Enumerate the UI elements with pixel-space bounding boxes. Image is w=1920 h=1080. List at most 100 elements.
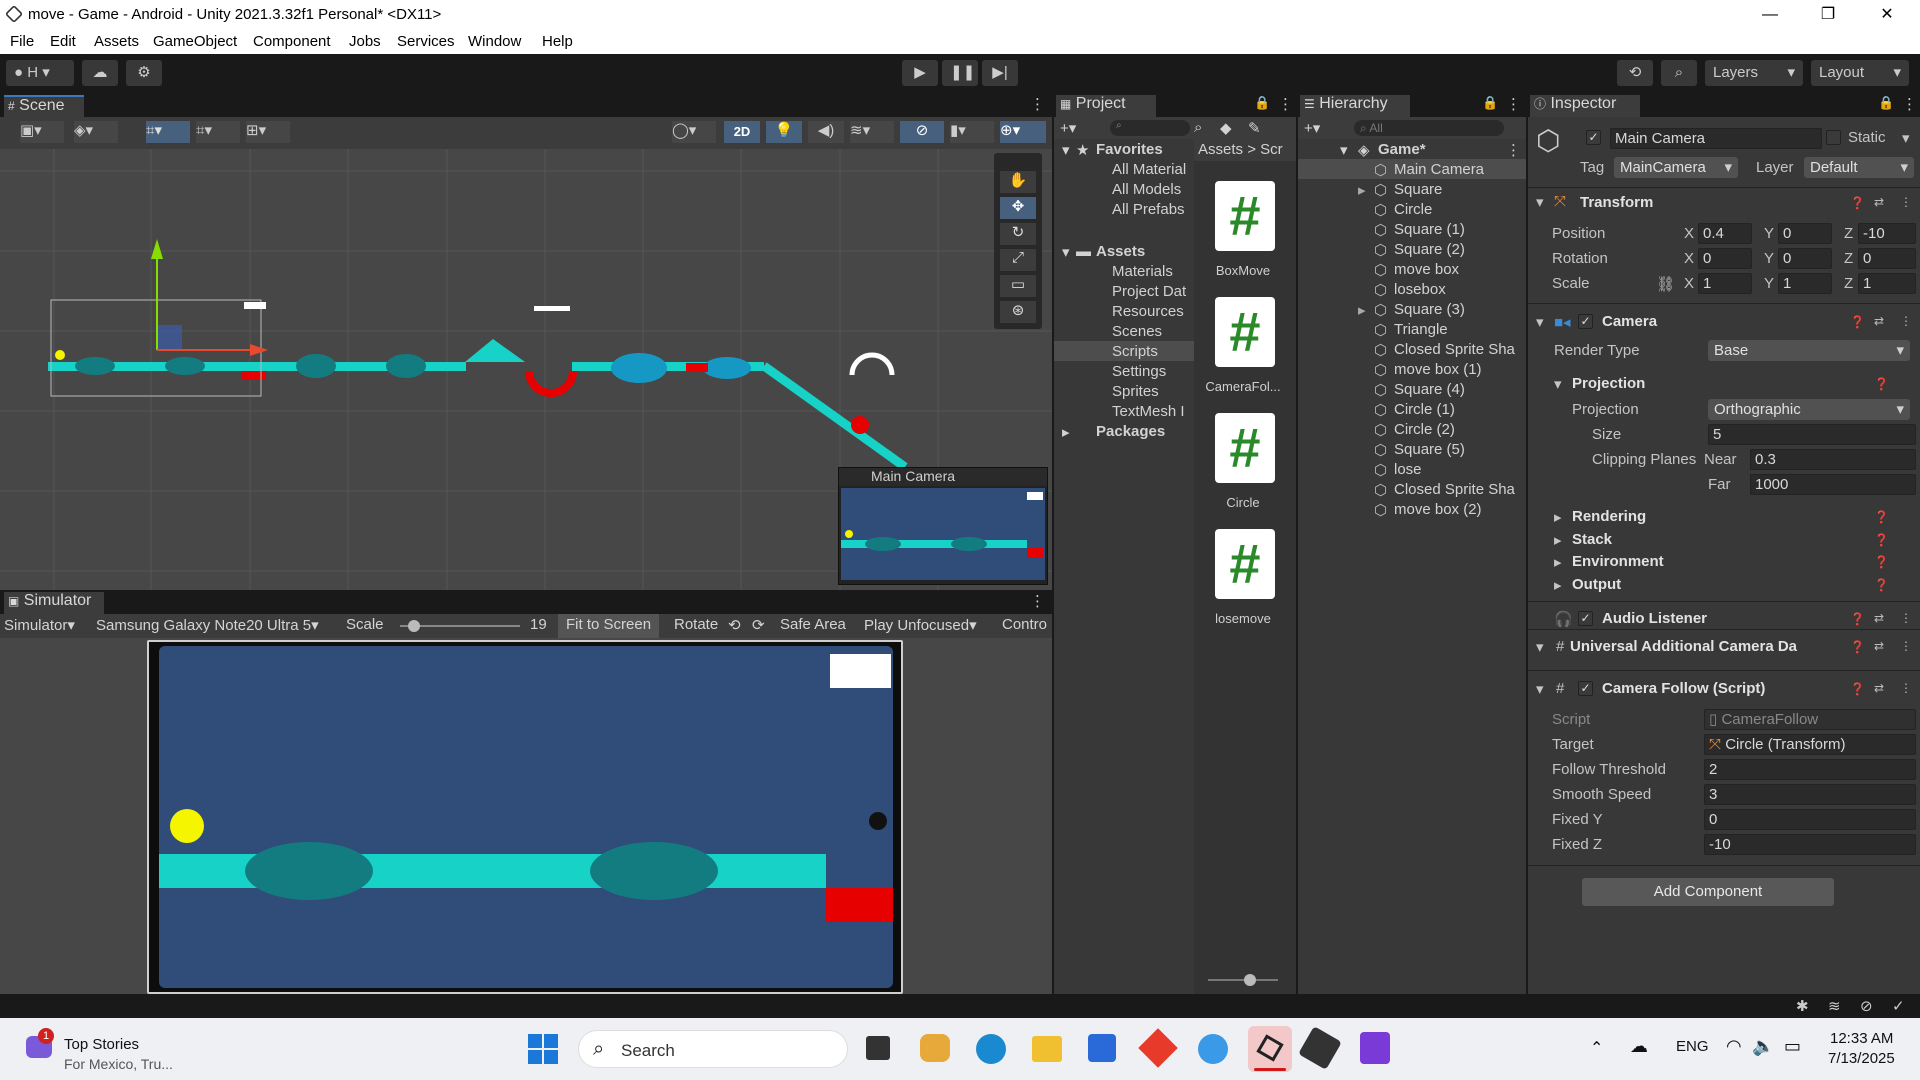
- pause-button[interactable]: ❚❚: [942, 60, 978, 86]
- start-button[interactable]: [528, 1034, 558, 1064]
- more-icon[interactable]: ⋮: [1902, 95, 1917, 113]
- preset-icon[interactable]: ⇄: [1874, 314, 1884, 328]
- hierarchy-item[interactable]: losebox: [1394, 281, 1446, 298]
- visibility-button[interactable]: ⊘: [900, 121, 944, 143]
- size-field[interactable]: 5: [1708, 424, 1916, 445]
- menu-gameobject[interactable]: GameObject: [153, 33, 237, 50]
- expand-icon[interactable]: ▸: [1358, 301, 1366, 319]
- layers-dropdown[interactable]: Layers ▾: [1705, 60, 1803, 86]
- help-icon[interactable]: ❓: [1874, 533, 1889, 547]
- rotate-left-icon[interactable]: ⟲: [728, 616, 741, 634]
- scale-tool-icon[interactable]: ⤢: [1000, 249, 1036, 271]
- scene-view[interactable]: ✋ ✥ ↻ ⤢ ▭ ⊛ Main Camera: [0, 149, 1052, 590]
- network-icon[interactable]: ⊘: [1860, 997, 1873, 1015]
- tab-simulator[interactable]: ▣ Simulator: [4, 592, 104, 614]
- layers-icon[interactable]: ≋: [1828, 997, 1841, 1015]
- tag-dropdown[interactable]: MainCamera: [1614, 157, 1738, 178]
- menu-help[interactable]: Help: [542, 33, 573, 50]
- hierarchy-item[interactable]: Circle: [1394, 201, 1432, 218]
- asset-folder[interactable]: Resources: [1112, 303, 1184, 320]
- foldout-icon[interactable]: ▸: [1554, 553, 1562, 571]
- clock-time[interactable]: 12:33 AM: [1830, 1030, 1893, 1047]
- hierarchy-item[interactable]: Triangle: [1394, 321, 1448, 338]
- rotation-y-field[interactable]: 0: [1778, 248, 1832, 269]
- scene-name[interactable]: Game*: [1378, 141, 1426, 158]
- script-asset-icon[interactable]: #: [1215, 529, 1275, 599]
- foldout-icon[interactable]: ▾: [1536, 313, 1544, 331]
- favorites-header[interactable]: Favorites: [1096, 141, 1163, 158]
- scale-x-field[interactable]: 1: [1698, 273, 1752, 294]
- fixed-z-field[interactable]: -10: [1704, 834, 1916, 855]
- scale-slider[interactable]: [400, 620, 520, 632]
- store-icon[interactable]: [1088, 1034, 1116, 1062]
- tree-toggle-icon[interactable]: ▾: [1340, 141, 1348, 159]
- device-frame[interactable]: [147, 640, 903, 994]
- camera-settings-button[interactable]: ▮▾: [950, 121, 994, 143]
- link-icon[interactable]: ⛓: [1656, 275, 1675, 293]
- language-indicator[interactable]: ENG: [1676, 1038, 1709, 1055]
- transform-title[interactable]: Transform: [1580, 194, 1653, 211]
- breadcrumb-root[interactable]: Assets: [1198, 141, 1243, 158]
- grid-snap-button[interactable]: ⌗▾: [196, 121, 240, 143]
- far-field[interactable]: 1000: [1750, 474, 1916, 495]
- help-icon[interactable]: ❓: [1850, 612, 1865, 626]
- asset-folder[interactable]: Scenes: [1112, 323, 1162, 340]
- increment-snap-button[interactable]: ⊞▾: [246, 121, 290, 143]
- scale-z-field[interactable]: 1: [1858, 273, 1916, 294]
- account-button[interactable]: ● H ▾: [6, 60, 74, 86]
- favorite-item[interactable]: All Material: [1112, 161, 1186, 178]
- visual-studio-icon[interactable]: [1360, 1032, 1390, 1064]
- project-search-input[interactable]: ⌕: [1110, 120, 1190, 136]
- foldout-icon[interactable]: ▾: [1536, 638, 1544, 656]
- help-icon[interactable]: ❓: [1850, 682, 1865, 696]
- rect-tool-icon[interactable]: ▭: [1000, 275, 1036, 297]
- static-checkbox[interactable]: [1826, 130, 1841, 145]
- help-icon[interactable]: ❓: [1850, 196, 1865, 210]
- output-header[interactable]: Output: [1572, 576, 1621, 593]
- lock-icon[interactable]: 🔒: [1482, 95, 1498, 111]
- check-icon[interactable]: ✓: [1892, 997, 1905, 1015]
- rotation-z-field[interactable]: 0: [1858, 248, 1916, 269]
- history-button[interactable]: ⟲: [1617, 60, 1653, 86]
- transform-tool-icon[interactable]: ⊛: [1000, 301, 1036, 323]
- toggle-2d-button[interactable]: 2D: [724, 121, 760, 143]
- filter-type-icon[interactable]: ⌕: [1194, 119, 1202, 136]
- favorite-item[interactable]: All Models: [1112, 181, 1181, 198]
- move-tool-icon[interactable]: ✥: [1000, 197, 1036, 219]
- app-blue-icon[interactable]: [1198, 1034, 1228, 1064]
- safe-area-toggle[interactable]: Safe Area: [780, 616, 846, 633]
- asset-folder[interactable]: Project Dat: [1112, 283, 1186, 300]
- hierarchy-item[interactable]: Closed Sprite Sha: [1394, 481, 1515, 498]
- more-icon[interactable]: ⋮: [1278, 95, 1293, 113]
- step-button[interactable]: ▶|: [982, 60, 1018, 86]
- search-button[interactable]: ⌕: [1661, 60, 1697, 86]
- file-explorer-icon[interactable]: [1032, 1036, 1062, 1062]
- hierarchy-item[interactable]: Square (5): [1394, 441, 1465, 458]
- packages-header[interactable]: Packages: [1096, 423, 1165, 440]
- smooth-speed-field[interactable]: 3: [1704, 784, 1916, 805]
- help-icon[interactable]: ❓: [1850, 315, 1865, 329]
- effects-button[interactable]: ≋▾: [850, 121, 894, 143]
- more-icon[interactable]: ⋮: [1900, 681, 1912, 695]
- gizmo-plane-handle[interactable]: [157, 325, 182, 350]
- menu-edit[interactable]: Edit: [50, 33, 76, 50]
- fixed-y-field[interactable]: 0: [1704, 809, 1916, 830]
- bug-icon[interactable]: ✱: [1796, 997, 1809, 1015]
- gizmo-y-arrow[interactable]: [151, 239, 163, 259]
- hierarchy-item[interactable]: Main Camera: [1394, 161, 1484, 178]
- hierarchy-item[interactable]: move box (1): [1394, 361, 1482, 378]
- preset-icon[interactable]: ⇄: [1874, 681, 1884, 695]
- asset-folder-selected[interactable]: Scripts: [1112, 343, 1158, 360]
- layer-dropdown[interactable]: Default: [1804, 157, 1914, 178]
- play-mode-dropdown[interactable]: Play Unfocused▾: [864, 616, 977, 634]
- tab-inspector[interactable]: ⓘ Inspector: [1530, 95, 1640, 117]
- foldout-icon[interactable]: ▾: [1554, 375, 1562, 393]
- more-icon[interactable]: ⋮: [1900, 611, 1912, 625]
- target-field[interactable]: ⤧ Circle (Transform): [1704, 734, 1916, 755]
- hierarchy-item[interactable]: Square: [1394, 181, 1442, 198]
- more-icon[interactable]: ⋮: [1030, 95, 1045, 113]
- scale-slider-thumb[interactable]: [408, 620, 420, 632]
- foldout-icon[interactable]: ▸: [1554, 531, 1562, 549]
- projection-header[interactable]: Projection: [1572, 375, 1645, 392]
- menu-file[interactable]: File: [10, 33, 34, 50]
